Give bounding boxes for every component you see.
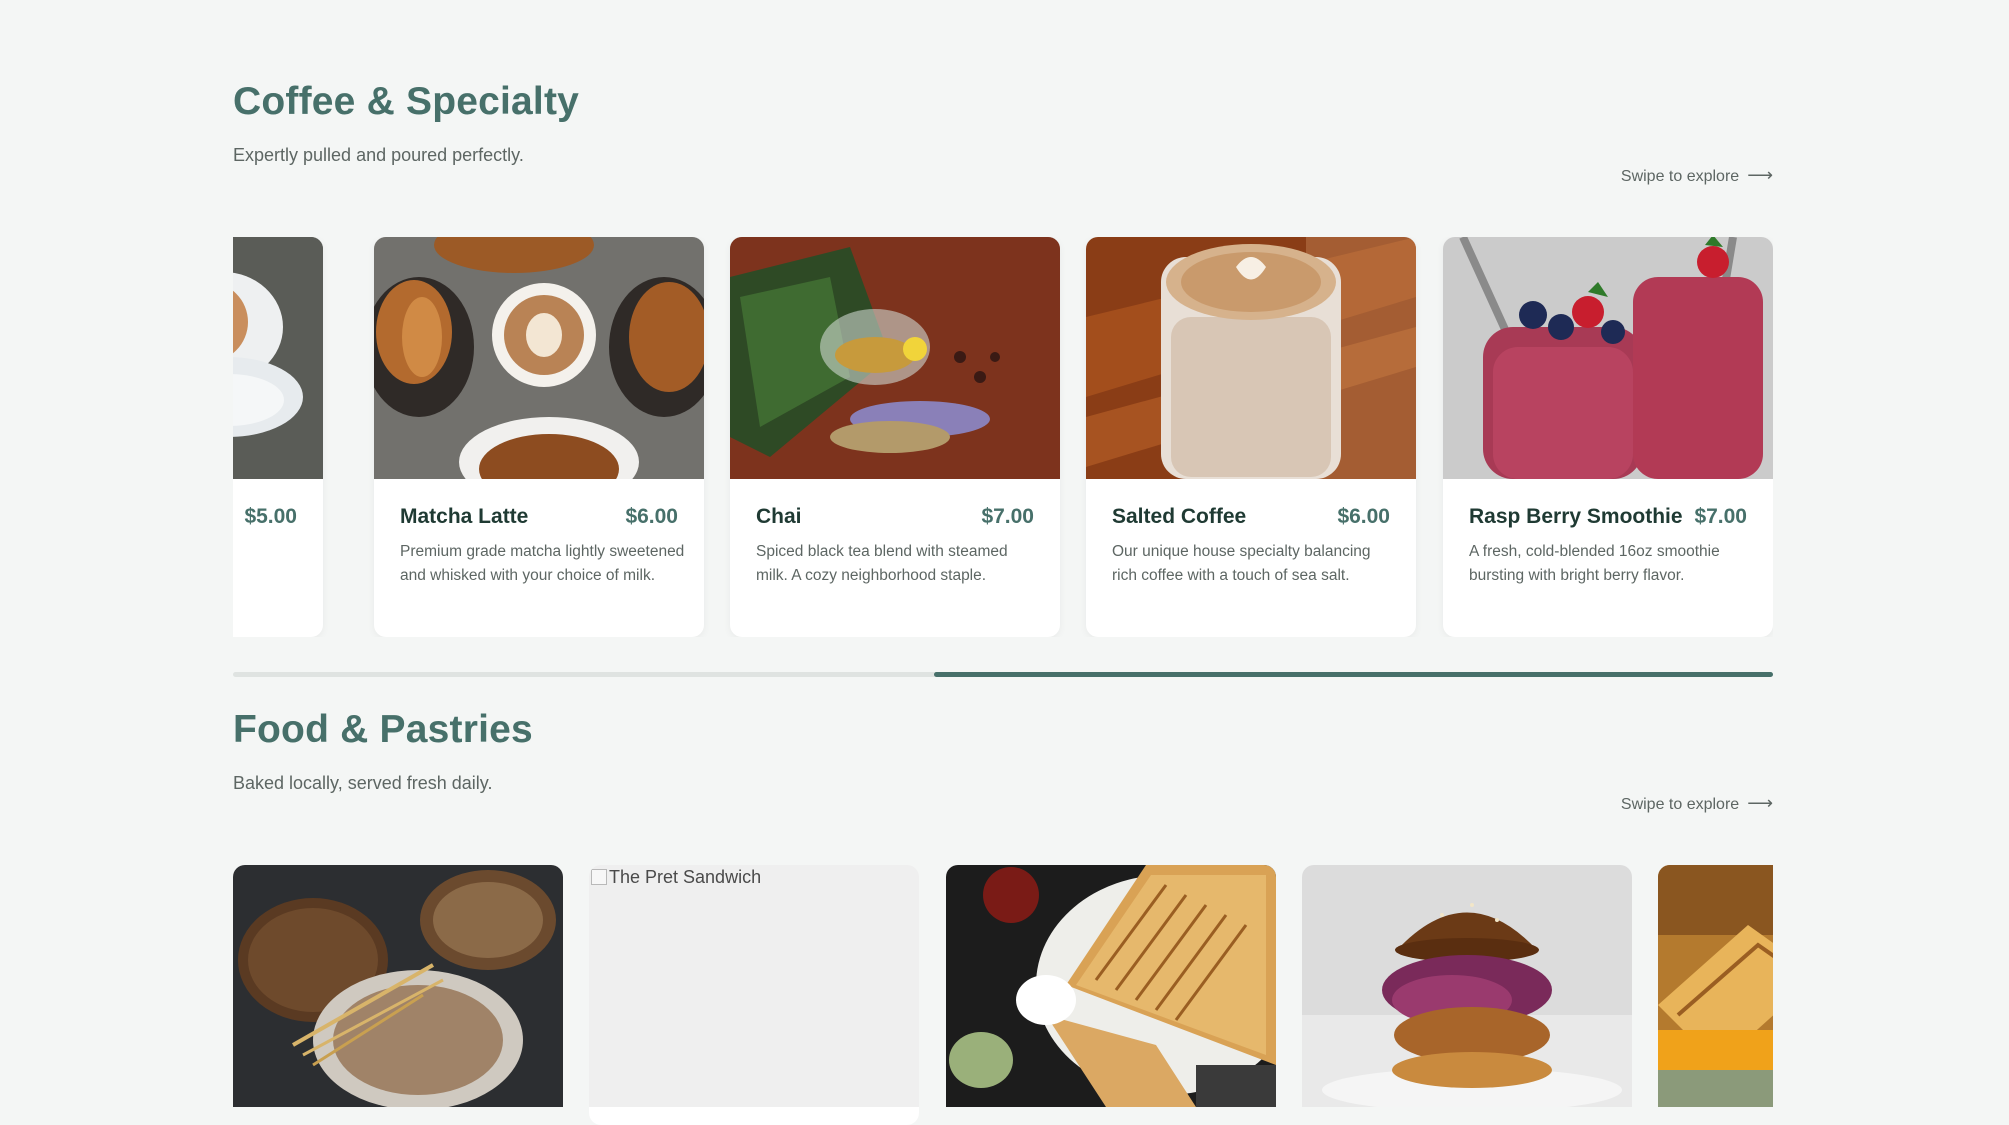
item-price: $6.00 (625, 505, 678, 528)
broken-image-alt-text: The Pret Sandwich (591, 867, 761, 888)
item-name: Chai (756, 505, 802, 528)
menu-card[interactable]: $5.00 ed withk. (233, 237, 323, 637)
chai-photo (730, 237, 1060, 479)
swipe-label: Swipe to explore (1620, 796, 1740, 813)
smoothie-photo (1443, 237, 1773, 479)
section-subtitle: Baked locally, served fresh daily. (233, 773, 493, 793)
item-name: Matcha Latte (400, 505, 529, 528)
menu-card-salted-coffee[interactable]: Salted Coffee $6.00 Our unique house spe… (1086, 237, 1416, 637)
swipe-to-explore-hint[interactable]: Swipe to explore ⟶ (1621, 165, 1773, 186)
item-price: $7.00 (1694, 505, 1747, 528)
food-card-pret-sandwich[interactable]: The Pret Sandwich (589, 865, 919, 1125)
item-description: Premium grade matcha lightly sweetened a… (400, 543, 685, 584)
arrow-right-icon: ⟶ (1747, 793, 1773, 813)
item-price: $5.00 (244, 505, 297, 528)
card-body (589, 1107, 919, 1125)
food-card[interactable] (1302, 865, 1632, 1125)
item-description: A fresh, cold-blended 16oz smoothie burs… (1469, 543, 1720, 584)
carousel-scrollbar[interactable] (233, 672, 1773, 677)
cappuccino-photo (233, 237, 323, 479)
section-subtitle: Expertly pulled and poured perfectly. (233, 145, 524, 165)
menu-card-rasp-berry-smoothie[interactable]: Rasp Berry Smoothie $7.00 A fresh, cold-… (1443, 237, 1773, 637)
menu-card-matcha-latte[interactable]: Matcha Latte $6.00 Premium grade matcha … (374, 237, 704, 637)
item-description: Spiced black tea blend with steamed milk… (756, 543, 1008, 584)
swipe-label: Swipe to explore (1620, 168, 1740, 185)
toasted-sandwich-photo (1658, 865, 1773, 1107)
coffee-carousel[interactable]: $5.00 ed withk. (233, 237, 1773, 637)
swipe-to-explore-hint[interactable]: Swipe to explore ⟶ (1621, 793, 1773, 814)
item-price: $7.00 (981, 505, 1034, 528)
food-card[interactable] (946, 865, 1276, 1125)
grilled-sandwich-photo (946, 865, 1276, 1107)
item-description: Our unique house specialty balancing ric… (1112, 543, 1371, 584)
arrow-right-icon: ⟶ (1747, 165, 1773, 185)
latte-glass-photo (1086, 237, 1416, 479)
section-title: Coffee & Specialty (233, 80, 580, 123)
item-price: $6.00 (1337, 505, 1390, 528)
bread-photo (233, 865, 563, 1107)
latte-croissants-photo (374, 237, 704, 479)
menu-card-chai[interactable]: Chai $7.00 Spiced black tea blend with s… (730, 237, 1060, 637)
item-name: Salted Coffee (1112, 505, 1247, 528)
food-card[interactable] (233, 865, 563, 1125)
item-name: Rasp Berry Smoothie (1469, 505, 1683, 528)
burger-photo (1302, 865, 1632, 1107)
food-carousel[interactable]: The Pret Sandwich (233, 865, 1773, 1125)
section-title: Food & Pastries (233, 708, 533, 751)
scrollbar-thumb[interactable] (933, 672, 1773, 677)
food-card[interactable] (1658, 865, 1773, 1125)
